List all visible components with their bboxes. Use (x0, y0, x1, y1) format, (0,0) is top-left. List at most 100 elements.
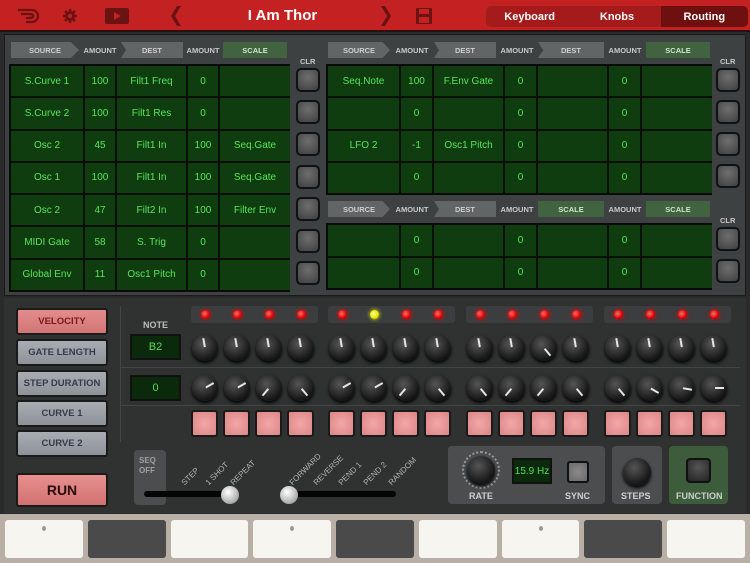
routing-cell[interactable] (538, 130, 607, 161)
step-value-knob[interactable] (637, 335, 663, 361)
routing-cell[interactable]: 0 (609, 225, 640, 256)
routing-cell[interactable]: 0 (401, 98, 432, 129)
direction-slider-thumb[interactable] (280, 486, 298, 504)
routing-cell[interactable]: 0 (609, 66, 640, 97)
routing-cell[interactable] (328, 162, 399, 193)
routing-cell[interactable]: LFO 2 (328, 130, 399, 161)
save-disk-icon[interactable] (414, 0, 434, 32)
routing-cell[interactable]: Osc 2 (11, 130, 83, 161)
next-chevron-icon[interactable] (376, 0, 394, 32)
step-row2-knob[interactable] (701, 375, 727, 401)
step-row2-knob[interactable] (192, 375, 218, 401)
clear-row-button[interactable] (716, 132, 740, 156)
routing-cell[interactable] (434, 225, 503, 256)
step-value-knob[interactable] (192, 335, 218, 361)
white-key[interactable] (5, 520, 83, 558)
prev-chevron-icon[interactable] (168, 0, 186, 32)
step-pad[interactable] (424, 410, 451, 437)
clear-row-button[interactable] (716, 259, 740, 283)
routing-cell[interactable]: 0 (505, 162, 536, 193)
routing-cell[interactable]: S.Curve 2 (11, 98, 83, 129)
tab-routing[interactable]: Routing (660, 6, 748, 27)
step-value-knob[interactable] (393, 335, 419, 361)
step-pad[interactable] (255, 410, 282, 437)
routing-cell[interactable] (642, 257, 712, 288)
routing-cell[interactable]: 0 (505, 257, 536, 288)
routing-cell[interactable] (220, 259, 290, 290)
routing-cell[interactable]: Filt1 Res (117, 98, 186, 129)
routing-cell[interactable] (538, 257, 607, 288)
step-row2-knob[interactable] (329, 375, 355, 401)
routing-cell[interactable] (220, 227, 290, 258)
routing-cell[interactable] (538, 162, 607, 193)
routing-cell[interactable] (642, 130, 712, 161)
clear-row-button[interactable] (716, 68, 740, 92)
routing-cell[interactable]: Osc 2 (11, 195, 83, 226)
step-pad[interactable] (360, 410, 387, 437)
step-value-knob[interactable] (288, 335, 314, 361)
routing-cell[interactable]: 100 (401, 66, 432, 97)
routing-cell[interactable]: 0 (188, 259, 218, 290)
routing-cell[interactable] (328, 225, 399, 256)
note-display[interactable]: B2 (130, 334, 181, 360)
routing-cell[interactable]: 0 (609, 257, 640, 288)
routing-cell[interactable]: Seq.Gate (220, 130, 290, 161)
step-pad[interactable] (668, 410, 695, 437)
routing-cell[interactable]: Filt1 Freq (117, 66, 186, 97)
direction-slider-track[interactable] (282, 491, 396, 497)
white-key[interactable] (253, 520, 332, 558)
routing-cell[interactable] (328, 257, 399, 288)
clear-row-button[interactable] (296, 100, 320, 125)
routing-cell[interactable] (434, 98, 503, 129)
step-pad[interactable] (498, 410, 525, 437)
routing-cell[interactable]: 58 (85, 227, 115, 258)
step-row2-knob[interactable] (605, 375, 631, 401)
routing-cell[interactable]: 100 (85, 66, 115, 97)
clear-row-button[interactable] (296, 261, 320, 286)
routing-cell[interactable]: 100 (188, 195, 218, 226)
step-row2-knob[interactable] (499, 375, 525, 401)
routing-cell[interactable] (642, 225, 712, 256)
black-key[interactable] (87, 520, 166, 558)
step-value-knob[interactable] (499, 335, 525, 361)
routing-cell[interactable]: 0 (401, 257, 432, 288)
routing-cell[interactable]: S.Curve 1 (11, 66, 83, 97)
routing-cell[interactable]: Filter Env (220, 195, 290, 226)
step-value-knob[interactable] (329, 335, 355, 361)
white-key[interactable] (170, 520, 249, 558)
routing-cell[interactable]: F.Env Gate (434, 66, 503, 97)
step-value-knob[interactable] (256, 335, 282, 361)
step-row2-knob[interactable] (224, 375, 250, 401)
step-row2-knob[interactable] (425, 375, 451, 401)
mode-velocity-button[interactable]: VELOCITY (16, 308, 108, 335)
routing-cell[interactable]: Seq.Note (328, 66, 399, 97)
clear-row-button[interactable] (296, 68, 320, 92)
routing-cell[interactable]: S. Trig (117, 227, 186, 258)
step-row2-knob[interactable] (531, 375, 557, 401)
routing-cell[interactable]: Global Env (11, 259, 83, 290)
routing-cell[interactable] (642, 98, 712, 129)
routing-cell[interactable]: 100 (188, 130, 218, 161)
play-mode-slider-thumb[interactable] (221, 486, 239, 504)
routing-cell[interactable]: 0 (505, 225, 536, 256)
step-value-knob[interactable] (605, 335, 631, 361)
step-row2-knob[interactable] (637, 375, 663, 401)
step-value-knob[interactable] (467, 335, 493, 361)
step-value-knob[interactable] (361, 335, 387, 361)
routing-cell[interactable] (538, 66, 607, 97)
mode-step-duration-button[interactable]: STEP DURATION (16, 370, 108, 397)
routing-cell[interactable]: 11 (85, 259, 115, 290)
routing-cell[interactable] (220, 66, 290, 97)
step-row2-knob[interactable] (563, 375, 589, 401)
tab-keyboard[interactable]: Keyboard (486, 6, 573, 27)
step-row2-knob[interactable] (361, 375, 387, 401)
step-row2-knob[interactable] (393, 375, 419, 401)
clear-row-button[interactable] (716, 164, 740, 188)
step-row2-knob[interactable] (256, 375, 282, 401)
logo-icon[interactable] (14, 0, 44, 32)
step-pad[interactable] (466, 410, 493, 437)
routing-cell[interactable]: 100 (85, 98, 115, 129)
clear-row-button[interactable] (296, 229, 320, 253)
routing-cell[interactable]: -1 (401, 130, 432, 161)
step-row2-knob[interactable] (467, 375, 493, 401)
